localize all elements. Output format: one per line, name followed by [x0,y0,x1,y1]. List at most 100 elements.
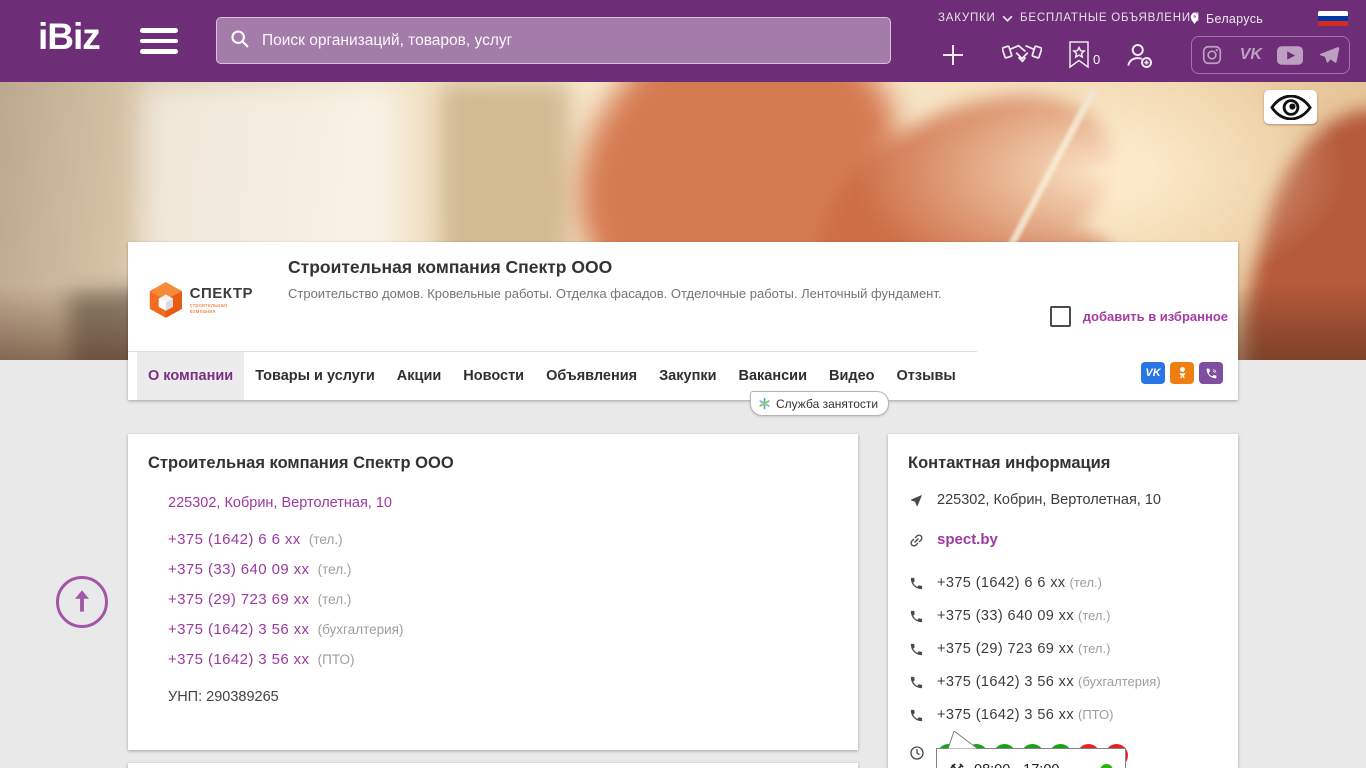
phone-icon [908,642,925,661]
phone-icon [908,708,925,727]
location-pin-icon [1190,13,1199,24]
phone-link[interactable]: +375 (29) 723 69 xx [937,641,1074,657]
company-header-card: СПЕКТР строительная компания Строительна… [128,242,1238,416]
viber-icon[interactable] [1199,362,1223,384]
tab-purchases[interactable]: Закупки [648,352,727,400]
site-logo[interactable]: iBiz [38,16,101,58]
add-company-button[interactable] [936,38,970,72]
signup-button[interactable] [1122,38,1156,72]
phone-note: (тел.) [317,562,352,577]
phone-link[interactable]: +375 (33) 640 09 xx [168,561,309,578]
ok-icon[interactable] [1170,362,1194,384]
menu-icon[interactable] [140,28,178,55]
phone-note: (ПТО) [1077,707,1114,722]
phone-link[interactable]: +375 (1642) 3 56 xx [168,651,309,668]
search-input[interactable] [260,30,878,51]
tab-reviews[interactable]: Отзывы [886,352,967,400]
company-description: Строительство домов. Кровельные работы. … [288,286,942,301]
phone-note: (бухгалтерия) [317,622,404,637]
open-status-dot [1100,763,1113,768]
vk-icon[interactable]: VK [1141,362,1165,384]
navigate-arrow-icon [908,493,925,512]
phone-note: (тел.) [1077,608,1111,623]
phone-note: (ПТО) [317,652,355,667]
phone-row: +375 (1642) 3 56 xx (ПТО) [168,651,838,668]
phone-note: (тел.) [1077,641,1111,656]
vk-icon[interactable]: VK [1236,40,1266,70]
phone-row: +375 (29) 723 69 xx (тел.) [908,641,1218,661]
phone-row: +375 (29) 723 69 xx (тел.) [168,591,838,608]
logo-name: СПЕКТР [189,284,253,302]
bookmark-star-icon [1069,41,1089,69]
company-unp: УНП: 290389265 [168,689,279,705]
employment-service-badge[interactable]: Служба занятости [750,391,890,416]
employment-service-icon [759,397,770,410]
phone-icon [908,609,925,628]
country-label: Беларусь [1206,11,1264,26]
favorites-button[interactable] [1062,38,1096,72]
phone-link[interactable]: +375 (33) 640 09 xx [937,608,1074,624]
phone-note: (тел.) [317,592,352,607]
tab-ads[interactable]: Объявления [535,352,648,400]
plus-icon [943,45,963,65]
phone-link[interactable]: +375 (29) 723 69 xx [168,591,309,608]
phone-row: +375 (33) 640 09 xx (тел.) [168,561,838,578]
phone-link[interactable]: +375 (1642) 6 6 xx [168,531,301,548]
search-icon [229,28,250,54]
phone-row: +375 (1642) 3 56 xx (бухгалтерия) [168,621,838,638]
next-section-card-edge [128,763,858,768]
company-website-link[interactable]: spect.by [937,531,998,548]
working-hours-tooltip: 08:00 - 17:00 [936,731,1126,768]
telegram-icon[interactable] [1314,40,1344,70]
contact-address: 225302, Кобрин, Вертолетная, 10 [937,492,1161,508]
about-company-card: Строительная компания Спектр ООО 225302,… [128,434,858,750]
accessibility-eye-button[interactable] [1264,90,1317,124]
flag-russia-icon[interactable] [1318,11,1348,26]
tab-news[interactable]: Новости [452,352,535,400]
arrow-up-icon [75,590,89,612]
nav-zakupki-label: ЗАКУПКИ [938,12,996,24]
youtube-icon[interactable] [1275,40,1305,70]
phone-icon [908,576,925,595]
eye-icon [1269,94,1312,120]
back-to-top-button[interactable] [56,576,108,628]
about-title: Строительная компания Спектр ООО [148,454,454,472]
phone-note: (бухгалтерия) [1077,674,1161,689]
contact-website-row: spect.by [908,531,1218,553]
nav-free-ads-label: БЕСПЛАТНЫЕ ОБЪЯВЛЕНИЯ [1020,12,1201,24]
favorite-label: добавить в избранное [1082,309,1228,324]
nav-free-ads[interactable]: БЕСПЛАТНЫЕ ОБЪЯВЛЕНИЯ [1020,12,1200,24]
phone-row: +375 (1642) 3 56 xx (ПТО) [908,707,1218,727]
phone-link[interactable]: +375 (1642) 3 56 xx [937,707,1074,723]
clock-icon [908,745,925,765]
tab-about[interactable]: О компании [137,352,245,400]
top-header: iBiz ЗАКУПКИ БЕСПЛАТНЫЕ ОБЪЯВЛЕНИЯ Белар… [0,0,1366,82]
phone-icon [908,675,925,694]
phone-link[interactable]: +375 (1642) 3 56 xx [937,674,1074,690]
country-selector[interactable]: Беларусь [1188,11,1263,26]
tools-icon [950,763,964,768]
contact-info-card: Контактная информация 225302, Кобрин, Ве… [888,434,1238,768]
search-bar [216,17,891,64]
working-hours: 08:00 - 17:00 [974,762,1059,768]
instagram-icon[interactable] [1197,40,1227,70]
favorites-count: 0 [1093,52,1101,67]
spektr-logo-icon [149,281,182,318]
tab-products[interactable]: Товары и услуги [244,352,386,400]
tab-promos[interactable]: Акции [386,352,452,400]
nav-zakupki[interactable]: ЗАКУПКИ [938,12,1013,24]
contact-address-row: 225302, Кобрин, Вертолетная, 10 [908,492,1218,512]
favorite-checkbox[interactable] [1049,306,1071,327]
company-address-link[interactable]: 225302, Кобрин, Вертолетная, 10 [168,495,838,511]
phone-link[interactable]: +375 (1642) 6 6 xx [937,575,1066,591]
company-logo[interactable]: СПЕКТР строительная компания [148,252,253,347]
company-social-links: VK [1136,362,1223,384]
contact-title: Контактная информация [908,454,1111,472]
phone-link[interactable]: +375 (1642) 3 56 xx [168,621,309,638]
chevron-down-icon [1002,15,1013,22]
phone-row: +375 (1642) 6 6 xx (тел.) [908,575,1218,595]
partners-button[interactable] [1000,38,1044,72]
phone-row: +375 (33) 640 09 xx (тел.) [908,608,1218,628]
add-to-favorites[interactable]: добавить в избранное [1049,306,1228,327]
social-links-box: VK [1191,36,1350,74]
